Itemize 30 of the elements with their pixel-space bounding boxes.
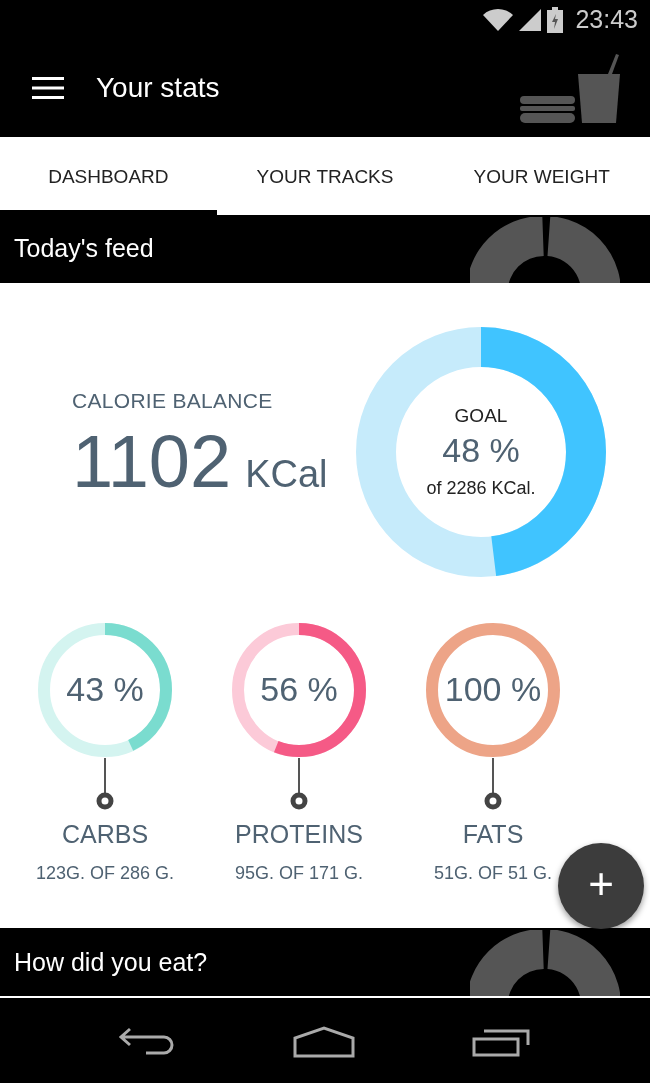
- goal-label: GOAL: [454, 404, 508, 427]
- clock-time: 23:43: [575, 5, 638, 35]
- pin-marker-icon: [96, 757, 114, 810]
- macro-amount: 123G. OF 286 G.: [35, 862, 175, 884]
- goal-text: of 2286 KCal.: [426, 477, 536, 499]
- menu-button[interactable]: [32, 77, 64, 100]
- macro-name: CARBS: [61, 819, 149, 849]
- macro-name: FATS: [462, 819, 524, 849]
- wifi-icon: [483, 9, 514, 31]
- macro-percent: 43 %: [66, 670, 144, 710]
- add-button[interactable]: +: [558, 842, 644, 929]
- section-title: How did you eat?: [14, 947, 208, 977]
- macro-percent: 56 %: [260, 670, 338, 710]
- signal-icon: [519, 9, 542, 31]
- pin-marker-icon: [290, 757, 308, 810]
- calorie-value: 1102: [72, 419, 232, 505]
- donut-chart-icon: [470, 216, 620, 283]
- calorie-unit: KCal: [245, 453, 328, 497]
- macro-name: PROTEINS: [235, 819, 363, 849]
- macro-amount: 95G. OF 171 G.: [234, 862, 364, 884]
- app-title: Your stats: [96, 72, 221, 105]
- battery-icon: [547, 7, 564, 33]
- pin-marker-icon: [484, 757, 502, 810]
- burger-and-drink-icon: [520, 53, 622, 124]
- calorie-label: CALORIE BALANCE: [72, 389, 274, 414]
- section-title: Today's feed: [14, 234, 154, 264]
- goal-percent: 48 %: [442, 430, 520, 470]
- macro-percent: 100 %: [444, 670, 542, 710]
- donut-chart-icon: [470, 930, 620, 997]
- macro-amount: 51G. OF 51 G.: [433, 862, 552, 884]
